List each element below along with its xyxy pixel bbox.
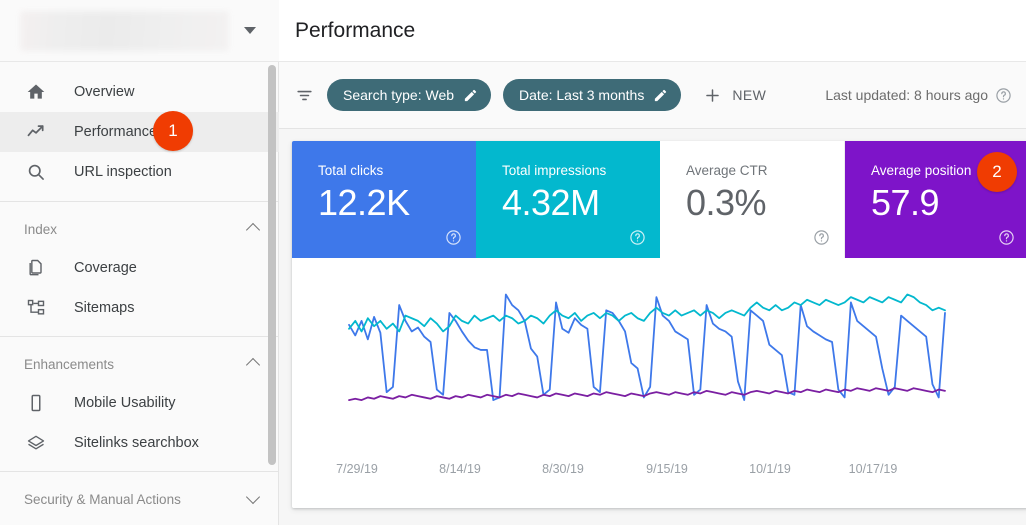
- chevron-down-icon[interactable]: [247, 492, 261, 506]
- last-updated-label: Last updated: 8 hours ago: [825, 87, 988, 103]
- filter-icon[interactable]: [291, 82, 317, 108]
- sidebar-scrollbar[interactable]: [268, 65, 277, 470]
- plus-icon: [699, 82, 725, 108]
- sidebar-section-title: Index: [24, 221, 58, 237]
- sidebar-section-security: Security & Manual Actions: [0, 472, 279, 525]
- sidebar-item-performance[interactable]: Performance: [0, 112, 279, 152]
- metric-card-clicks[interactable]: Total clicks 12.2K: [292, 141, 476, 258]
- sidebar-section-title: Enhancements: [24, 356, 115, 372]
- sidebar-item-coverage[interactable]: Coverage: [0, 248, 279, 288]
- property-selector[interactable]: [0, 0, 279, 62]
- sidebar-section-enhancements: Enhancements Mobile Usability Sitelinks …: [0, 337, 279, 471]
- sidebar-section-header-index[interactable]: Index: [0, 210, 279, 248]
- metric-cards: Total clicks 12.2K Total impressions 4.3…: [292, 141, 1026, 258]
- sidebar-item-overview[interactable]: Overview: [0, 72, 279, 112]
- main-header: Performance: [279, 0, 1026, 62]
- sidebar-primary-group: Overview Performance URL inspection: [0, 62, 279, 201]
- add-filter-button[interactable]: NEW: [695, 79, 776, 111]
- sidebar-section-header-security[interactable]: Security & Manual Actions: [0, 480, 279, 518]
- metric-value: 0.3%: [686, 182, 767, 223]
- chart-line-total-clicks: [349, 294, 945, 400]
- chart-x-tick-label: 7/29/19: [336, 462, 378, 476]
- chart-x-tick-label: 10/1/19: [749, 462, 791, 476]
- last-updated: Last updated: 8 hours ago: [825, 87, 1012, 104]
- sitemap-tree-icon: [24, 296, 48, 320]
- metric-label: Total impressions: [502, 163, 607, 178]
- help-circle-icon[interactable]: [813, 229, 830, 246]
- layers-icon: [24, 431, 48, 455]
- metric-card-ctr[interactable]: Average CTR 0.3%: [660, 141, 845, 258]
- sidebar-item-label: Mobile Usability: [74, 395, 176, 411]
- chevron-down-icon[interactable]: [235, 16, 265, 46]
- sidebar-item-label: Overview: [74, 84, 135, 100]
- performance-card: Total clicks 12.2K Total impressions 4.3…: [292, 141, 1026, 508]
- help-circle-icon[interactable]: [445, 229, 462, 246]
- property-name-redacted: [20, 10, 229, 51]
- help-circle-icon[interactable]: [998, 229, 1015, 246]
- pencil-icon[interactable]: [653, 88, 668, 103]
- sidebar-scrollbar-thumb[interactable]: [268, 65, 276, 465]
- sidebar-item-label: Sitelinks searchbox: [74, 435, 199, 451]
- chart-x-axis: 7/29/19 8/14/19 8/30/19 9/15/19 10/1/19 10/17…: [292, 458, 1026, 492]
- metric-label: Average CTR: [686, 163, 768, 178]
- chevron-up-icon[interactable]: [247, 357, 261, 371]
- pages-copy-icon: [24, 256, 48, 280]
- sidebar-item-url-inspection[interactable]: URL inspection: [0, 152, 279, 192]
- metric-value: 12.2K: [318, 182, 410, 223]
- content-area: Total clicks 12.2K Total impressions 4.3…: [279, 129, 1026, 525]
- sidebar-item-label: URL inspection: [74, 164, 172, 180]
- metric-value: 4.32M: [502, 182, 600, 223]
- sidebar-item-sitemaps[interactable]: Sitemaps: [0, 288, 279, 328]
- pencil-icon[interactable]: [463, 88, 478, 103]
- chip-label: Date: Last 3 months: [519, 87, 645, 103]
- search-icon: [24, 160, 48, 184]
- sidebar-section-header-enhancements[interactable]: Enhancements: [0, 345, 279, 383]
- page-title: Performance: [295, 18, 416, 42]
- chip-label: Search type: Web: [343, 87, 455, 103]
- filter-chip-search-type[interactable]: Search type: Web: [327, 79, 492, 111]
- metric-card-position[interactable]: Average position 57.9 2: [845, 141, 1026, 258]
- add-filter-label: NEW: [732, 87, 767, 103]
- sidebar-nav: Overview Performance URL inspection Inde…: [0, 62, 279, 525]
- sidebar-item-sitelinks-searchbox[interactable]: Sitelinks searchbox: [0, 423, 279, 463]
- main-area: Performance Search type: Web Date: Last …: [279, 0, 1026, 525]
- sidebar-section-index: Index Coverage Sitemaps: [0, 202, 279, 336]
- metric-card-impressions[interactable]: Total impressions 4.32M: [476, 141, 660, 258]
- performance-chart-svg: [292, 258, 1026, 458]
- annotation-badge-1: 1: [153, 111, 193, 151]
- filter-toolbar: Search type: Web Date: Last 3 months NEW…: [279, 62, 1026, 129]
- search-console-app: Overview Performance URL inspection Inde…: [0, 0, 1026, 525]
- annotation-badge-2: 2: [977, 152, 1017, 192]
- sidebar-item-label: Sitemaps: [74, 300, 135, 316]
- sidebar-item-label: Coverage: [74, 260, 137, 276]
- sidebar-item-mobile-usability[interactable]: Mobile Usability: [0, 383, 279, 423]
- sidebar-item-label: Performance: [74, 124, 158, 140]
- sidebar-section-title: Security & Manual Actions: [24, 491, 181, 507]
- filter-chip-date[interactable]: Date: Last 3 months: [503, 79, 682, 111]
- performance-chart: 7/29/19 8/14/19 8/30/19 9/15/19 10/1/19 10/17…: [292, 258, 1026, 508]
- home-icon: [24, 80, 48, 104]
- chart-line-total-impressions: [349, 294, 945, 331]
- mobile-phone-icon: [24, 391, 48, 415]
- trending-up-icon: [24, 120, 48, 144]
- chart-x-tick-label: 9/15/19: [646, 462, 688, 476]
- chart-x-tick-label: 8/14/19: [439, 462, 481, 476]
- sidebar: Overview Performance URL inspection Inde…: [0, 0, 279, 525]
- help-circle-icon[interactable]: [629, 229, 646, 246]
- chart-x-tick-label: 8/30/19: [542, 462, 584, 476]
- chevron-up-icon[interactable]: [247, 222, 261, 236]
- chart-x-tick-label: 10/17/19: [848, 462, 898, 476]
- help-circle-icon[interactable]: [995, 87, 1012, 104]
- metric-label: Total clicks: [318, 163, 384, 178]
